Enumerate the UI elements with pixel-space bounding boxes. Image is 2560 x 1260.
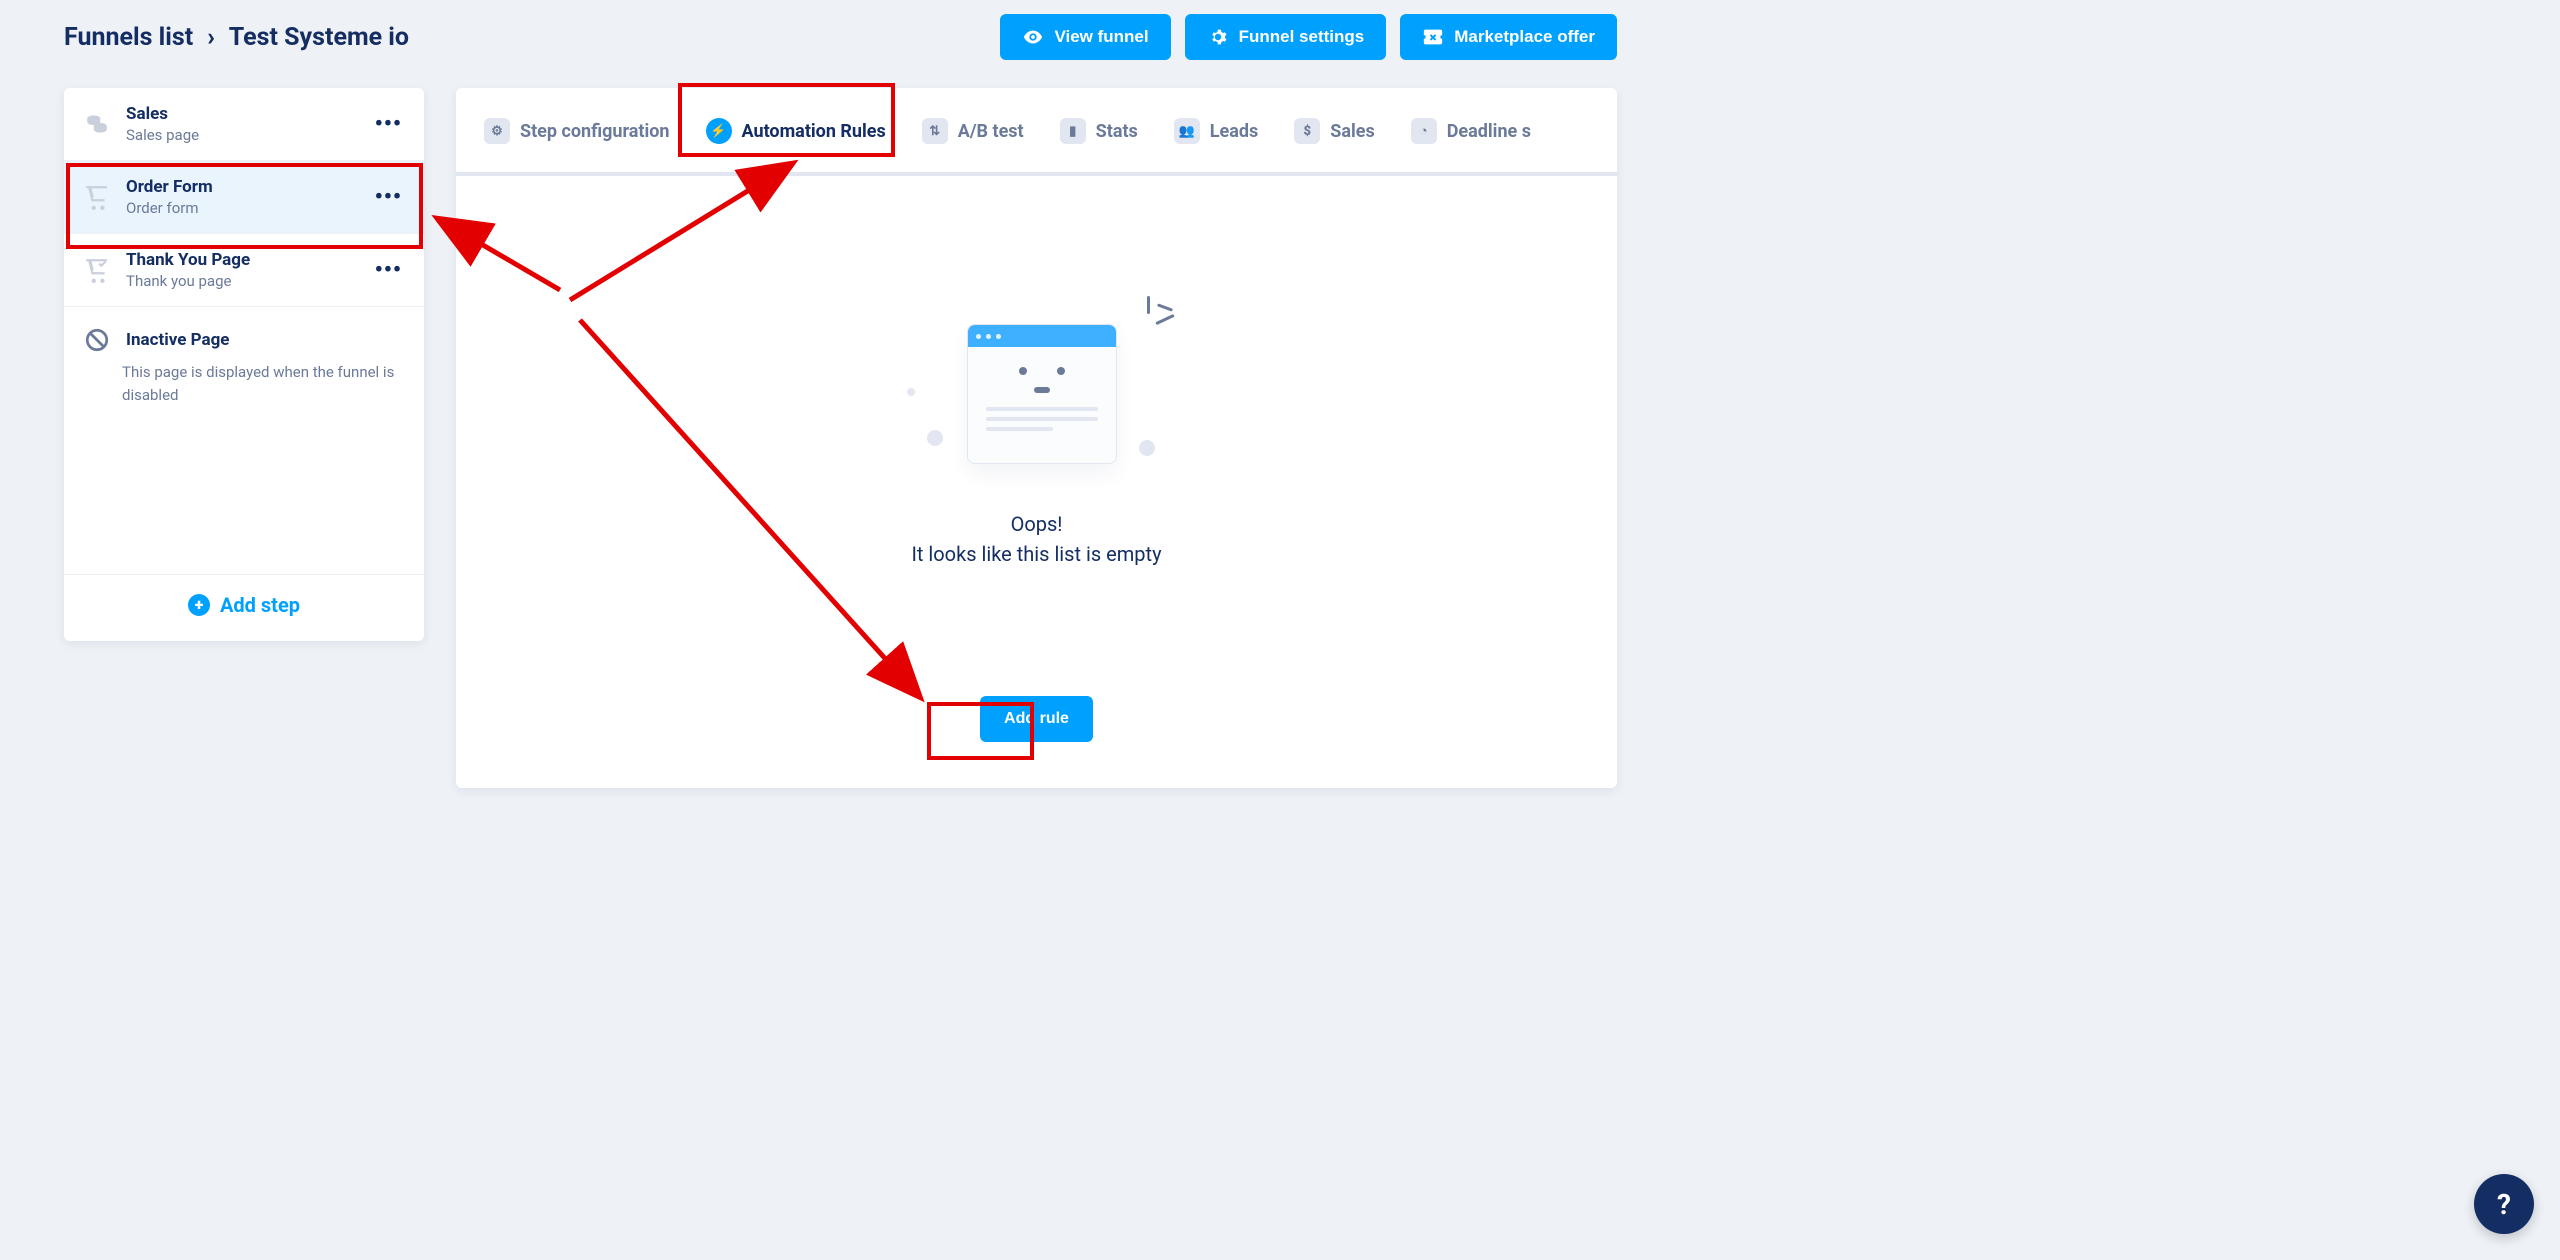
sidebar-inactive-page[interactable]: Inactive Page This page is displayed whe…: [64, 307, 424, 424]
main-panel: ⚙ Step configuration ⚡ Automation Rules …: [456, 88, 1617, 788]
step-subtitle: Thank you page: [126, 272, 357, 290]
empty-state: Oops! It looks like this list is empty: [456, 296, 1617, 566]
eye-icon: [1022, 26, 1044, 48]
tab-deadline[interactable]: ◔ Deadline s: [1411, 118, 1531, 172]
breadcrumb-root[interactable]: Funnels list: [64, 23, 193, 52]
tab-sales[interactable]: $ Sales: [1294, 118, 1374, 172]
cart-check-icon: [82, 255, 112, 285]
marketplace-offer-button[interactable]: Marketplace offer: [1400, 14, 1617, 60]
chevron-right-icon: ›: [207, 23, 215, 52]
step-title: Order Form: [126, 177, 357, 197]
tab-step-configuration[interactable]: ⚙ Step configuration: [484, 118, 670, 172]
plus-circle-icon: +: [188, 594, 210, 616]
add-step-button[interactable]: + Add step: [64, 574, 424, 641]
step-title: Sales: [126, 104, 357, 124]
sidebar-step-order-form[interactable]: Order Form Order form •••: [64, 161, 424, 234]
tab-leads[interactable]: 👥 Leads: [1174, 118, 1258, 172]
tabs-row: ⚙ Step configuration ⚡ Automation Rules …: [456, 88, 1617, 176]
empty-title: Oops!: [1011, 512, 1063, 536]
help-button[interactable]: ?: [2474, 1174, 2534, 1234]
bolt-icon: ⚡: [706, 118, 732, 144]
view-funnel-button[interactable]: View funnel: [1000, 14, 1170, 60]
cart-icon: [82, 182, 112, 212]
more-icon[interactable]: •••: [371, 185, 406, 210]
breadcrumb-current: Test Systeme io: [229, 23, 409, 52]
step-subtitle: Sales page: [126, 126, 357, 144]
step-title: Thank You Page: [126, 250, 357, 270]
breadcrumb: Funnels list › Test Systeme io: [64, 23, 409, 52]
sidebar-step-sales[interactable]: Sales Sales page •••: [64, 88, 424, 161]
forbidden-icon: [82, 325, 112, 355]
tab-stats[interactable]: ▮ Stats: [1060, 118, 1138, 172]
people-icon: 👥: [1174, 118, 1200, 144]
split-icon: ⇅: [922, 118, 948, 144]
chart-icon: ▮: [1060, 118, 1086, 144]
funnel-steps-sidebar: Sales Sales page ••• Order Form Order fo…: [64, 88, 424, 641]
coins-icon: [82, 109, 112, 139]
tab-automation-rules[interactable]: ⚡ Automation Rules: [706, 118, 886, 172]
header-actions: View funnel Funnel settings Marketplace …: [1000, 14, 1617, 60]
add-rule-button[interactable]: Add rule: [980, 696, 1093, 742]
more-icon[interactable]: •••: [371, 258, 406, 283]
gear-icon: [1207, 26, 1229, 48]
inactive-title: Inactive Page: [126, 330, 229, 350]
more-icon[interactable]: •••: [371, 112, 406, 137]
dollar-icon: $: [1294, 118, 1320, 144]
sliders-icon: ⚙: [484, 118, 510, 144]
clock-icon: ◔: [1411, 118, 1437, 144]
empty-subtitle: It looks like this list is empty: [911, 542, 1161, 566]
empty-illustration: [907, 296, 1167, 486]
inactive-description: This page is displayed when the funnel i…: [122, 361, 402, 406]
step-subtitle: Order form: [126, 199, 357, 217]
funnel-settings-button[interactable]: Funnel settings: [1185, 14, 1387, 60]
tab-ab-test[interactable]: ⇅ A/B test: [922, 118, 1024, 172]
ticket-icon: [1422, 26, 1444, 48]
sidebar-step-thank-you[interactable]: Thank You Page Thank you page •••: [64, 234, 424, 307]
